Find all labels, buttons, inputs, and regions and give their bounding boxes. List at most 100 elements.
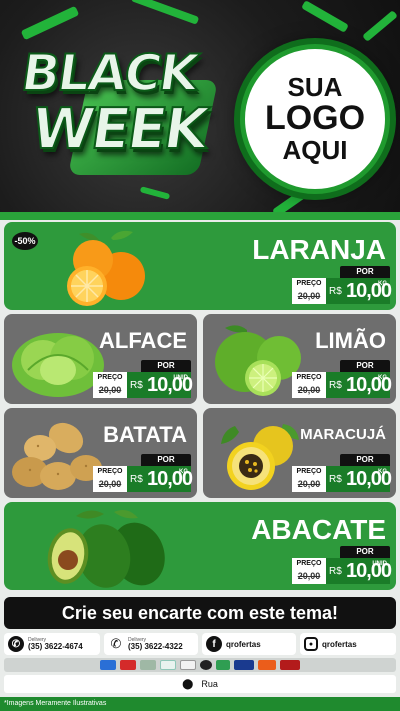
preco-label: PREÇO <box>93 466 127 477</box>
product-card-maracuja: MARACUJÁ POR PREÇO 20,00 R$ 10,00 KG <box>203 408 396 498</box>
old-price: 20,00 <box>292 289 326 304</box>
payment-methods <box>4 658 396 672</box>
preco-label: PREÇO <box>292 278 326 289</box>
hero-divider <box>0 212 400 220</box>
old-price-value: 20,00 <box>297 385 321 395</box>
old-price-value: 20,00 <box>297 291 321 301</box>
address-bar[interactable]: ⬤ Rua <box>4 675 396 693</box>
phone-number: (35) 3622-4322 <box>128 641 183 651</box>
price-unit: KG <box>378 469 387 475</box>
black-week-title: BLACK WEEK <box>17 40 219 175</box>
price-tag: POR PREÇO 20,00 R$ 10,00 UNID <box>93 360 193 400</box>
ribbon-decoration <box>301 0 349 33</box>
hipercard-icon <box>280 660 300 670</box>
contact-whatsapp[interactable]: ✆ Delivery (35) 3622-4674 <box>4 633 100 655</box>
preco-label: PREÇO <box>292 372 326 383</box>
currency-symbol: R$ <box>130 474 143 485</box>
mastercard-icon <box>258 660 276 670</box>
price-tag: POR PREÇO 20,00 R$ 10,00 UNID <box>292 546 392 586</box>
old-price: 20,00 <box>292 383 326 398</box>
old-price: 20,00 <box>93 477 127 492</box>
product-card-laranja: -50% LARANJA POR PREÇO 20,00 R$ 10,00 KG <box>4 222 396 310</box>
phone-text: Delivery (35) 3622-4322 <box>128 637 183 651</box>
currency-symbol: R$ <box>329 474 342 485</box>
product-card-limao: LIMÃO POR PREÇO 20,00 R$ 10,00 KG <box>203 314 396 404</box>
por-label: POR <box>340 546 390 558</box>
price-tag: POR PREÇO 20,00 R$ 10,00 KG <box>292 266 392 306</box>
product-name: ABACATE <box>251 514 386 545</box>
price-tag: POR PREÇO 20,00 R$ 10,00 KG <box>93 454 193 494</box>
visa-icon <box>234 660 254 670</box>
old-price-value: 20,00 <box>98 385 122 395</box>
price-tag: POR PREÇO 20,00 R$ 10,00 KG <box>292 360 392 400</box>
card-icon <box>100 660 116 670</box>
pix-icon <box>160 660 176 670</box>
product-card-alface: ALFACE POR PREÇO 20,00 R$ 10,00 UNID <box>4 314 197 404</box>
old-price-value: 20,00 <box>98 479 122 489</box>
old-price: 20,00 <box>93 383 127 398</box>
card-icon <box>120 660 136 670</box>
por-label: POR <box>340 266 390 278</box>
ribbon-decoration <box>362 10 398 42</box>
price-unit: UNID <box>372 561 387 567</box>
title-line-black: BLACK <box>17 43 201 103</box>
old-price-value: 20,00 <box>297 479 321 489</box>
currency-symbol: R$ <box>329 286 342 297</box>
disclaimer: *Imagens Meramente Ilustrativas <box>0 697 400 711</box>
contact-instagram[interactable]: ● qrofertas <box>300 633 396 655</box>
price-tag: POR PREÇO 20,00 R$ 10,00 KG <box>292 454 392 494</box>
phone-icon: ✆ <box>110 636 122 651</box>
product-name: BATATA <box>103 422 187 447</box>
old-price-value: 20,00 <box>297 571 321 581</box>
product-name: LIMÃO <box>315 328 386 353</box>
por-label: POR <box>141 360 191 372</box>
currency-symbol: R$ <box>130 380 143 391</box>
whatsapp-icon: ✆ <box>8 636 24 652</box>
product-card-batata: BATATA POR PREÇO 20,00 R$ 10,00 KG <box>4 408 197 498</box>
preco-label: PREÇO <box>292 466 326 477</box>
old-price: 20,00 <box>292 569 326 584</box>
logo-text-line3: AQUI <box>282 134 348 165</box>
product-name: ALFACE <box>99 328 187 353</box>
new-price-box: R$ 10,00 KG <box>326 466 392 492</box>
avocado-icon <box>47 510 165 588</box>
cash-icon <box>140 660 156 670</box>
product-name: LARANJA <box>252 234 386 265</box>
price-unit: KG <box>378 281 387 287</box>
ribbon-decoration <box>130 0 200 25</box>
product-card-abacate: ABACATE POR PREÇO 20,00 R$ 10,00 UNID <box>4 502 396 590</box>
product-name: MARACUJÁ <box>300 426 386 443</box>
logo-text-line1: SUA <box>287 71 343 102</box>
instagram-handle: qrofertas <box>322 639 357 649</box>
whatsapp-text: Delivery (35) 3622-4674 <box>28 637 83 651</box>
voucher-icon <box>216 660 230 670</box>
old-price: 20,00 <box>292 477 326 492</box>
currency-symbol: R$ <box>329 566 342 577</box>
por-label: POR <box>340 360 390 372</box>
por-label: POR <box>141 454 191 466</box>
cta-banner[interactable]: Crie seu encarte com este tema! <box>4 597 396 629</box>
new-price-box: R$ 10,00 KG <box>127 466 193 492</box>
new-price-box: R$ 10,00 UNID <box>127 372 193 398</box>
ribbon-decoration <box>20 5 80 41</box>
ribbon-decoration <box>139 186 171 200</box>
preco-label: PREÇO <box>93 372 127 383</box>
new-price-box: R$ 10,00 UNID <box>326 558 392 584</box>
facebook-icon: f <box>206 636 222 652</box>
instagram-icon: ● <box>304 637 318 651</box>
currency-symbol: R$ <box>329 380 342 391</box>
title-line-week: WEEK <box>27 96 212 163</box>
logo-text-line2: LOGO <box>264 99 366 138</box>
address-text: Rua <box>201 679 218 689</box>
price-unit: KG <box>179 469 188 475</box>
price-unit: UNID <box>173 375 188 381</box>
new-price-box: R$ 10,00 KG <box>326 278 392 304</box>
whatsapp-number: (35) 3622-4674 <box>28 641 83 651</box>
check-icon <box>180 660 196 670</box>
contact-facebook[interactable]: f qrofertas <box>202 633 296 655</box>
contact-phone[interactable]: ✆ Delivery (35) 3622-4322 <box>104 633 198 655</box>
hero-banner: BLACK WEEK SUA LOGO AQUI <box>0 0 400 220</box>
por-label: POR <box>340 454 390 466</box>
ticket-icon <box>200 660 212 670</box>
logo-placeholder: SUA LOGO AQUI <box>240 44 390 194</box>
